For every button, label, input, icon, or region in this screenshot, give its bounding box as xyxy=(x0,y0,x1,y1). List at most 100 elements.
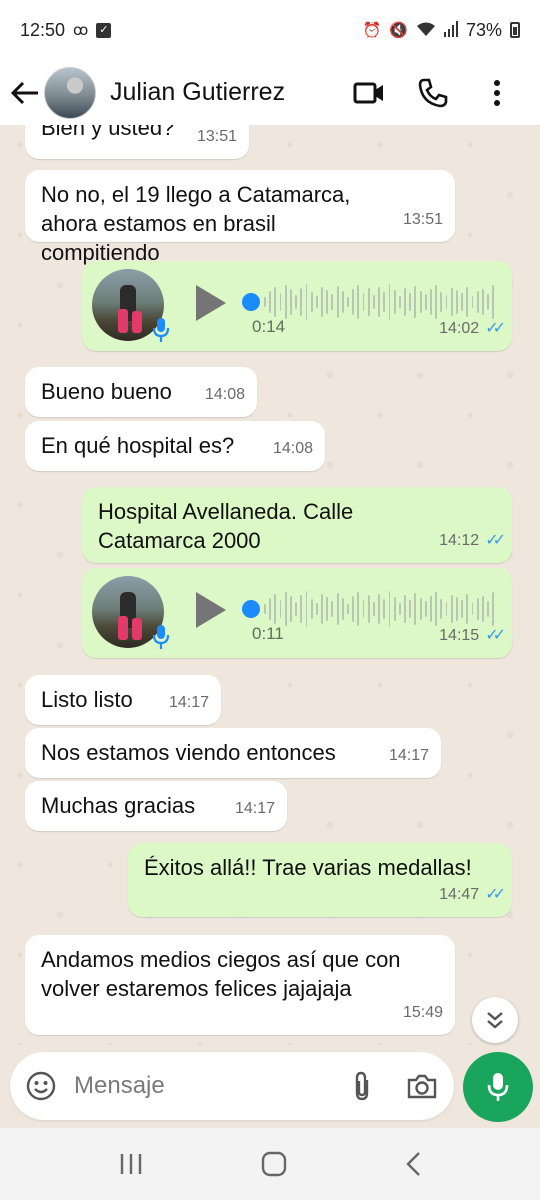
waveform-bar xyxy=(336,593,339,625)
waveform-bar xyxy=(310,599,313,619)
home-icon[interactable] xyxy=(261,1151,287,1177)
message-text: Andamos medios ciegos así que con volver… xyxy=(41,947,401,1001)
more-options-button[interactable] xyxy=(480,76,514,110)
waveform-bar xyxy=(383,599,386,619)
alarm-icon: ⏰ xyxy=(362,21,382,39)
microphone-icon xyxy=(487,1073,509,1101)
message-text: Bueno bueno xyxy=(41,379,172,404)
waveform-bar xyxy=(295,602,298,616)
emoji-icon[interactable] xyxy=(26,1071,56,1101)
waveform-bar xyxy=(476,598,479,620)
message-outgoing[interactable]: Éxitos allá!! Trae varias medallas! 14:4… xyxy=(128,843,512,917)
waveform-bar xyxy=(341,291,344,313)
battery-icon xyxy=(510,22,520,38)
phone-icon xyxy=(418,78,448,107)
recent-apps-icon[interactable] xyxy=(118,1152,144,1176)
waveform-bar xyxy=(331,601,334,617)
waveform-bar xyxy=(336,286,339,318)
status-time: 12:50 xyxy=(20,19,66,40)
voicemail-icon: ꝏ xyxy=(73,21,89,39)
contact-avatar[interactable] xyxy=(44,66,96,119)
waveform-bar xyxy=(383,292,386,312)
waveform-bar xyxy=(419,598,422,620)
waveform-bar xyxy=(305,284,308,320)
waveform-bar xyxy=(341,598,344,620)
back-nav-icon[interactable] xyxy=(404,1151,422,1177)
message-outgoing[interactable]: Hospital Avellaneda. Calle Catamarca 200… xyxy=(82,487,512,563)
system-navigation-bar xyxy=(0,1128,540,1200)
message-time: 14:15 ✓✓ xyxy=(439,621,506,650)
message-time: 14:02 ✓✓ xyxy=(439,314,506,343)
message-time: 14:17 xyxy=(388,747,429,764)
waveform-bar xyxy=(388,591,391,627)
signal-icon xyxy=(443,20,458,40)
message-incoming[interactable]: Bueno bueno 14:08 xyxy=(25,367,257,417)
double-chevron-down-icon xyxy=(487,1012,503,1029)
playback-seek-handle[interactable] xyxy=(242,600,260,618)
message-incoming[interactable]: Listo listo 14:17 xyxy=(25,675,221,725)
back-button[interactable] xyxy=(10,73,40,113)
contact-name[interactable]: Julian Gutierrez xyxy=(110,78,285,107)
video-call-button[interactable] xyxy=(352,76,386,110)
waveform-bar xyxy=(481,289,484,315)
waveform-bar xyxy=(476,291,479,313)
waveform-bar xyxy=(398,296,401,308)
playback-seek-handle[interactable] xyxy=(242,293,260,311)
waveform-bar xyxy=(393,597,396,621)
voice-message-outgoing[interactable]: 0:14 14:02 ✓✓ xyxy=(82,261,512,351)
voice-message-outgoing[interactable]: 0:11 14:15 ✓✓ xyxy=(82,568,512,658)
message-input[interactable] xyxy=(74,1072,304,1100)
message-list[interactable]: Bien y usted? 13:51 No no, el 19 llego a… xyxy=(0,125,540,1045)
message-incoming[interactable]: Bien y usted? 13:51 xyxy=(25,125,249,159)
scroll-to-bottom-button[interactable] xyxy=(472,997,518,1043)
waveform-bar xyxy=(440,292,443,312)
play-icon[interactable] xyxy=(196,285,226,321)
message-time: 13:51 xyxy=(402,211,443,228)
voice-call-button[interactable] xyxy=(416,76,450,110)
message-composer xyxy=(10,1052,454,1120)
waveform-bar xyxy=(331,294,334,310)
waveform-bar xyxy=(372,602,375,616)
waveform-bar xyxy=(315,603,318,615)
voice-record-button[interactable] xyxy=(463,1052,533,1122)
waveform-bar xyxy=(404,595,406,623)
message-text: No no, el 19 llego a Catamarca, ahora es… xyxy=(41,182,351,265)
waveform-bar xyxy=(300,288,303,316)
waveform-bar xyxy=(424,601,427,617)
waveform-bar xyxy=(409,293,412,311)
message-text: Éxitos allá!! Trae varias medallas! xyxy=(144,855,472,880)
waveform-bar xyxy=(321,594,323,624)
waveform-bar xyxy=(284,592,287,626)
waveform-bar xyxy=(440,599,443,619)
waveform-bar xyxy=(435,592,438,626)
waveform-bar xyxy=(466,287,469,317)
vertical-dots-icon xyxy=(494,79,500,106)
message-incoming[interactable]: Muchas gracias 14:17 xyxy=(25,781,287,831)
waveform-bar xyxy=(279,600,282,618)
checkbox-notification-icon: ✓ xyxy=(96,22,112,38)
message-time: 14:08 xyxy=(272,440,313,457)
waveform-bar xyxy=(269,598,272,620)
voice-duration: 0:11 xyxy=(252,624,284,643)
waveform-bar xyxy=(357,285,360,319)
waveform-bar xyxy=(435,285,438,319)
paperclip-icon[interactable] xyxy=(352,1070,372,1102)
waveform-bar xyxy=(264,604,266,614)
message-time: 14:08 xyxy=(204,386,245,403)
waveform-bar xyxy=(279,293,282,311)
waveform-bar xyxy=(461,600,464,618)
microphone-icon xyxy=(152,625,170,649)
message-incoming[interactable]: Nos estamos viendo entonces 14:17 xyxy=(25,728,441,778)
waveform-bar xyxy=(414,593,417,625)
waveform-bar xyxy=(372,295,375,309)
read-receipt-icon: ✓✓ xyxy=(485,886,506,903)
message-text: En qué hospital es? xyxy=(41,433,235,458)
play-icon[interactable] xyxy=(196,592,226,628)
camera-icon[interactable] xyxy=(406,1072,438,1100)
waveform-bar xyxy=(378,594,381,624)
message-incoming[interactable]: No no, el 19 llego a Catamarca, ahora es… xyxy=(25,170,455,265)
message-incoming[interactable]: Andamos medios ciegos así que con volver… xyxy=(25,935,455,1035)
message-incoming[interactable]: En qué hospital es? 14:08 xyxy=(25,421,325,471)
waveform-bar xyxy=(315,296,318,308)
waveform-bar xyxy=(471,603,474,615)
